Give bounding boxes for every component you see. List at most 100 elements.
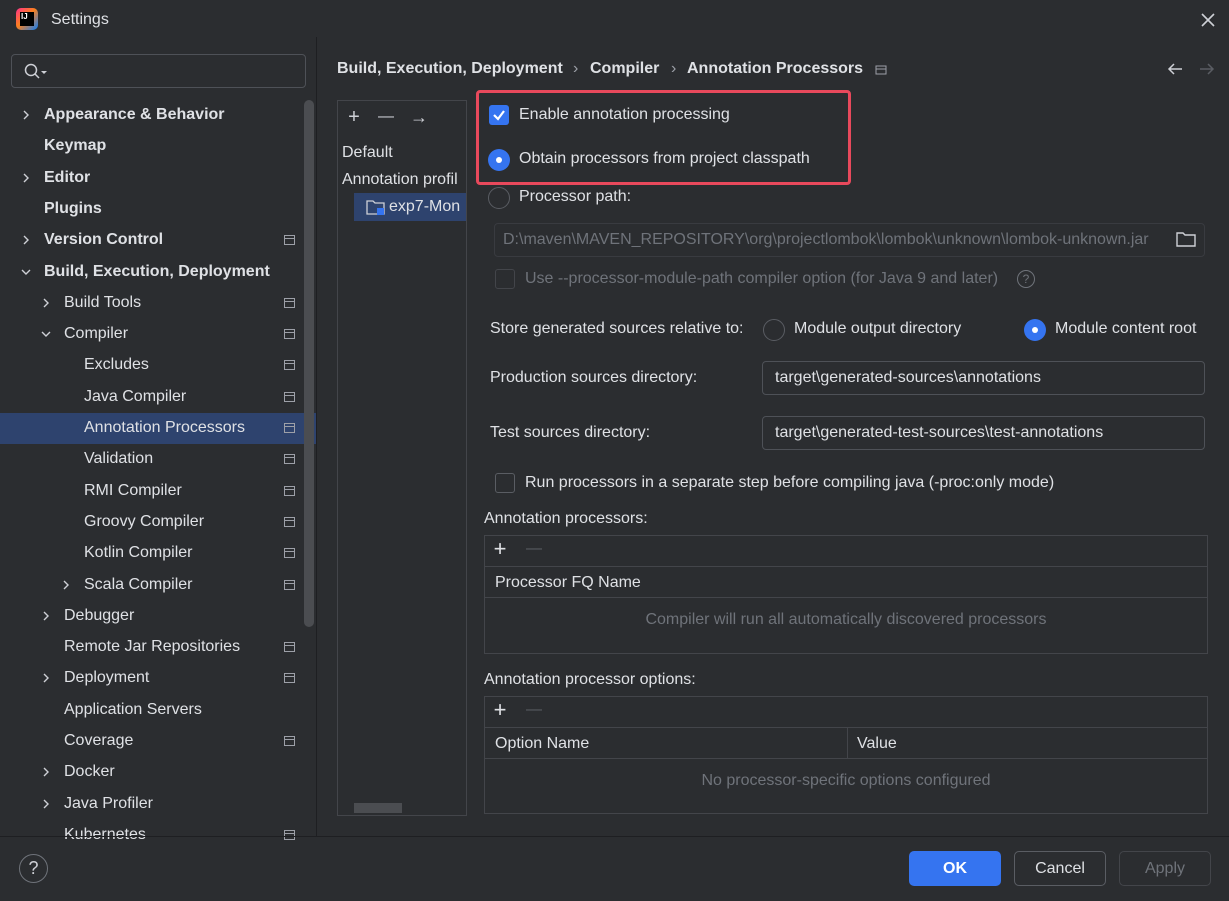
chevron-right-icon[interactable]	[20, 234, 32, 246]
profiles-hscrollbar[interactable]	[354, 803, 402, 813]
help-button[interactable]: ?	[19, 854, 48, 883]
remove-option-button[interactable]: —	[523, 699, 545, 721]
enable-annotation-processing-checkbox[interactable]	[489, 105, 509, 125]
module-output-directory-radio[interactable]	[763, 319, 785, 341]
sidebar-item-remote-jar-repositories[interactable]: Remote Jar Repositories	[0, 632, 316, 663]
project-scope-icon	[284, 423, 295, 433]
chevron-right-icon[interactable]	[40, 297, 52, 309]
sidebar-item-version-control[interactable]: Version Control	[0, 225, 316, 256]
breadcrumb-separator: ›	[573, 60, 579, 77]
sidebar-item-label: Build, Execution, Deployment	[44, 263, 270, 280]
apply-button[interactable]: Apply	[1119, 851, 1211, 886]
sidebar-item-annotation-processors[interactable]: Annotation Processors	[0, 413, 316, 444]
chevron-right-icon[interactable]	[20, 109, 32, 121]
chevron-down-icon[interactable]	[40, 328, 52, 340]
chevron-right-icon[interactable]	[20, 172, 32, 184]
profile-default[interactable]: Default	[342, 144, 393, 162]
obtain-from-classpath-label: Obtain processors from project classpath	[519, 150, 810, 167]
chevron-right-icon[interactable]	[60, 579, 72, 591]
processor-options-title: Annotation processor options:	[484, 671, 696, 688]
processor-path-label: Processor path:	[519, 188, 632, 205]
project-scope-icon	[284, 517, 295, 527]
move-module-button[interactable]: →	[408, 107, 430, 129]
remove-profile-button[interactable]: —	[375, 107, 397, 129]
profile-annotation[interactable]: Annotation profil	[342, 171, 458, 189]
sidebar-item-build-tools[interactable]: Build Tools	[0, 288, 316, 319]
sidebar-item-deployment[interactable]: Deployment	[0, 663, 316, 694]
processor-path-radio[interactable]	[488, 187, 510, 209]
chevron-right-icon[interactable]	[40, 766, 52, 778]
ok-button[interactable]: OK	[909, 851, 1001, 886]
sidebar-item-groovy-compiler[interactable]: Groovy Compiler	[0, 507, 316, 538]
value-header[interactable]: Value	[857, 735, 897, 753]
sidebar-item-plugins[interactable]: Plugins	[0, 194, 316, 225]
sidebar-item-kotlin-compiler[interactable]: Kotlin Compiler	[0, 538, 316, 569]
options-empty-text: No processor-specific options configured	[701, 772, 991, 789]
breadcrumb-build-execution[interactable]: Build, Execution, Deployment	[337, 60, 563, 78]
sidebar-item-rmi-compiler[interactable]: RMI Compiler	[0, 476, 316, 507]
help-question-icon[interactable]: ?	[1017, 270, 1035, 288]
close-icon[interactable]	[1198, 10, 1218, 30]
module-content-root-radio[interactable]	[1024, 319, 1046, 341]
run-separate-step-checkbox[interactable]	[495, 473, 515, 493]
module-item-label: exp7-Mon	[389, 198, 461, 215]
sidebar-item-label: Version Control	[44, 231, 164, 248]
processor-path-value: D:\maven\MAVEN_REPOSITORY\org\projectlom…	[503, 231, 1149, 248]
sidebar-item-docker[interactable]: Docker	[0, 757, 316, 788]
add-processor-button[interactable]: +	[489, 538, 511, 560]
sidebar-item-editor[interactable]: Editor	[0, 163, 316, 194]
processor-fq-name-header[interactable]: Processor FQ Name	[495, 574, 641, 592]
sidebar-item-scala-compiler[interactable]: Scala Compiler	[0, 570, 316, 601]
folder-browse-icon[interactable]	[1176, 230, 1196, 248]
footer-divider	[0, 836, 1229, 837]
remove-processor-button[interactable]: —	[523, 538, 545, 560]
sidebar-item-label: Appearance & Behavior	[44, 106, 225, 123]
sidebar-item-application-servers[interactable]: Application Servers	[0, 695, 316, 726]
sidebar-item-java-compiler[interactable]: Java Compiler	[0, 382, 316, 413]
sidebar-item-label: Docker	[64, 763, 115, 780]
sidebar-item-keymap[interactable]: Keymap	[0, 131, 316, 162]
back-arrow-icon[interactable]	[1166, 60, 1184, 78]
sidebar-item-java-profiler[interactable]: Java Profiler	[0, 789, 316, 820]
sidebar-scrollbar[interactable]	[304, 100, 314, 627]
sidebar-item-coverage[interactable]: Coverage	[0, 726, 316, 757]
project-scope-icon	[284, 673, 295, 683]
production-sources-input[interactable]: target\generated-sources\annotations	[762, 361, 1205, 395]
option-name-header[interactable]: Option Name	[495, 735, 589, 753]
project-scope-icon	[284, 298, 295, 308]
project-scope-icon	[284, 548, 295, 558]
sidebar-item-label: RMI Compiler	[84, 482, 182, 499]
breadcrumb-annotation-processors: Annotation Processors	[687, 60, 864, 77]
sidebar-item-compiler[interactable]: Compiler	[0, 319, 316, 350]
chevron-right-icon[interactable]	[40, 798, 52, 810]
sidebar-item-build-execution-deployment[interactable]: Build, Execution, Deployment	[0, 257, 316, 288]
sidebar-item-label: Debugger	[64, 607, 135, 624]
sidebar-item-label: Deployment	[64, 669, 150, 686]
chevron-right-icon[interactable]	[40, 672, 52, 684]
add-option-button[interactable]: +	[489, 699, 511, 721]
sidebar-item-validation[interactable]: Validation	[0, 444, 316, 475]
chevron-down-icon[interactable]	[20, 266, 32, 278]
sidebar-item-label: Validation	[84, 450, 154, 467]
sidebar-item-label: Annotation Processors	[84, 419, 245, 436]
cancel-button[interactable]: Cancel	[1014, 851, 1106, 886]
module-folder-icon	[366, 200, 385, 215]
breadcrumb-compiler[interactable]: Compiler	[590, 60, 659, 78]
window-title: Settings	[51, 11, 109, 28]
sidebar-item-label: Java Profiler	[64, 795, 153, 812]
obtain-from-classpath-radio[interactable]	[488, 149, 510, 171]
sidebar-divider	[316, 37, 317, 837]
sidebar-item-debugger[interactable]: Debugger	[0, 601, 316, 632]
run-separate-step-label: Run processors in a separate step before…	[525, 474, 1055, 491]
processor-path-field[interactable]: D:\maven\MAVEN_REPOSITORY\org\projectlom…	[494, 223, 1205, 257]
add-profile-button[interactable]: +	[343, 107, 365, 129]
module-output-directory-label: Module output directory	[794, 320, 962, 337]
test-sources-input[interactable]: target\generated-test-sources\test-annot…	[762, 416, 1205, 450]
forward-arrow-icon[interactable]	[1198, 60, 1216, 78]
chevron-right-icon[interactable]	[40, 610, 52, 622]
sidebar-item-appearance-behavior[interactable]: Appearance & Behavior	[0, 100, 316, 131]
processor-module-path-checkbox[interactable]	[495, 269, 515, 289]
settings-search-input[interactable]	[11, 54, 306, 88]
sidebar-item-label: Application Servers	[64, 701, 202, 718]
sidebar-item-excludes[interactable]: Excludes	[0, 350, 316, 381]
